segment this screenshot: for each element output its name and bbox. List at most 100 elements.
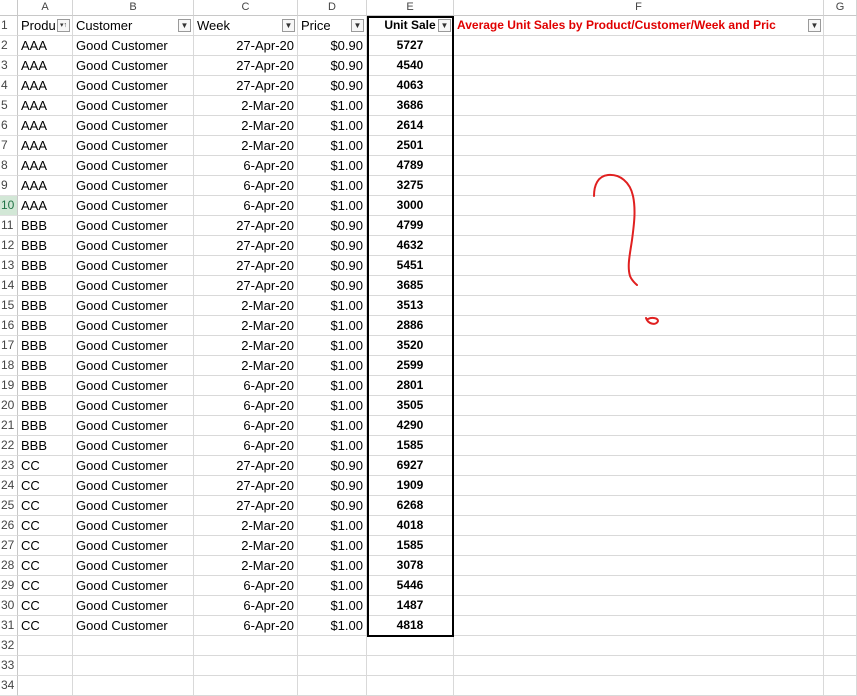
cell-empty[interactable] [454,56,824,76]
cell-price[interactable]: $0.90 [298,216,367,236]
header-note-average-unit-sales[interactable]: Average Unit Sales by Product/Customer/W… [454,16,824,36]
row-header-5[interactable]: 5 [0,96,18,116]
cell-customer[interactable]: Good Customer [73,116,194,136]
row-header-21[interactable]: 21 [0,416,18,436]
cell-empty[interactable] [454,516,824,536]
column-header-f[interactable]: F [454,0,824,16]
cell-unit-sales[interactable]: 3000 [367,196,454,216]
cell-empty[interactable] [454,336,824,356]
cell-customer[interactable]: Good Customer [73,356,194,376]
cell-empty[interactable] [824,316,857,336]
cell-empty[interactable] [824,36,857,56]
row-header-25[interactable]: 25 [0,496,18,516]
column-header-d[interactable]: D [298,0,367,16]
cell-week[interactable]: 6-Apr-20 [194,376,298,396]
cell-empty[interactable] [824,636,857,656]
cell-week[interactable]: 27-Apr-20 [194,216,298,236]
row-header-4[interactable]: 4 [0,76,18,96]
cell-empty[interactable] [454,436,824,456]
cell-product[interactable]: CC [18,456,73,476]
cell-week[interactable]: 6-Apr-20 [194,156,298,176]
cell-empty[interactable] [824,396,857,416]
cell-unit-sales[interactable]: 3520 [367,336,454,356]
row-header-8[interactable]: 8 [0,156,18,176]
cell-customer[interactable]: Good Customer [73,176,194,196]
cell-empty[interactable] [454,116,824,136]
cell-price[interactable]: $0.90 [298,276,367,296]
cell-empty[interactable] [454,536,824,556]
cell-unit-sales[interactable]: 4818 [367,616,454,636]
cell-empty[interactable] [824,216,857,236]
cell-empty[interactable] [454,356,824,376]
cell-empty[interactable] [454,656,824,676]
cell-unit-sales[interactable]: 4632 [367,236,454,256]
cell-customer[interactable]: Good Customer [73,256,194,276]
row-header-30[interactable]: 30 [0,596,18,616]
cell-empty[interactable] [824,156,857,176]
cell-empty[interactable] [454,396,824,416]
cell-customer[interactable]: Good Customer [73,536,194,556]
cell-price[interactable]: $1.00 [298,416,367,436]
cell-product[interactable]: AAA [18,116,73,136]
cell-unit-sales[interactable]: 5451 [367,256,454,276]
cell-empty[interactable] [824,336,857,356]
cell-customer[interactable]: Good Customer [73,496,194,516]
cell-customer[interactable]: Good Customer [73,156,194,176]
row-header-24[interactable]: 24 [0,476,18,496]
cell-price[interactable]: $1.00 [298,356,367,376]
cell-empty[interactable] [298,636,367,656]
cell-unit-sales[interactable]: 2886 [367,316,454,336]
cell-empty[interactable] [824,476,857,496]
cell-product[interactable]: BBB [18,436,73,456]
cell-week[interactable]: 27-Apr-20 [194,496,298,516]
cell-empty[interactable] [454,616,824,636]
cell-product[interactable]: BBB [18,296,73,316]
cell-price[interactable]: $1.00 [298,576,367,596]
cell-empty[interactable] [454,216,824,236]
header-cell-customer[interactable]: Customer ▼ [73,16,194,36]
cell-customer[interactable]: Good Customer [73,276,194,296]
cell-empty[interactable] [824,656,857,676]
cell-price[interactable]: $1.00 [298,176,367,196]
row-header-29[interactable]: 29 [0,576,18,596]
cell-week[interactable]: 2-Mar-20 [194,516,298,536]
column-header-e[interactable]: E [367,0,454,16]
cell-unit-sales[interactable]: 3275 [367,176,454,196]
cell-unit-sales[interactable]: 3685 [367,276,454,296]
cell-empty[interactable] [824,236,857,256]
cell-unit-sales[interactable]: 2801 [367,376,454,396]
row-header-28[interactable]: 28 [0,556,18,576]
cell-empty[interactable] [298,656,367,676]
cell-customer[interactable]: Good Customer [73,56,194,76]
cell-empty[interactable] [454,316,824,336]
cell-price[interactable]: $1.00 [298,436,367,456]
cell-week[interactable]: 27-Apr-20 [194,276,298,296]
row-header-27[interactable]: 27 [0,536,18,556]
row-header-23[interactable]: 23 [0,456,18,476]
row-header-22[interactable]: 22 [0,436,18,456]
cell-product[interactable]: BBB [18,276,73,296]
cell-price[interactable]: $0.90 [298,76,367,96]
cell-empty[interactable] [454,36,824,56]
row-header-13[interactable]: 13 [0,256,18,276]
cell-week[interactable]: 2-Mar-20 [194,536,298,556]
cell-product[interactable]: BBB [18,356,73,376]
column-header-b[interactable]: B [73,0,194,16]
cell-empty[interactable] [194,656,298,676]
cell-price[interactable]: $1.00 [298,116,367,136]
column-header-c[interactable]: C [194,0,298,16]
row-header-12[interactable]: 12 [0,236,18,256]
cell-week[interactable]: 6-Apr-20 [194,176,298,196]
cell-price[interactable]: $0.90 [298,476,367,496]
cell-product[interactable]: AAA [18,36,73,56]
cell-price[interactable]: $0.90 [298,496,367,516]
cell-empty[interactable] [824,136,857,156]
cell-week[interactable]: 6-Apr-20 [194,396,298,416]
row-header-34[interactable]: 34 [0,676,18,696]
cell-price[interactable]: $1.00 [298,516,367,536]
cell-empty[interactable] [73,656,194,676]
cell-price[interactable]: $0.90 [298,36,367,56]
cell-price[interactable]: $1.00 [298,616,367,636]
cell-product[interactable]: BBB [18,376,73,396]
row-header-32[interactable]: 32 [0,636,18,656]
